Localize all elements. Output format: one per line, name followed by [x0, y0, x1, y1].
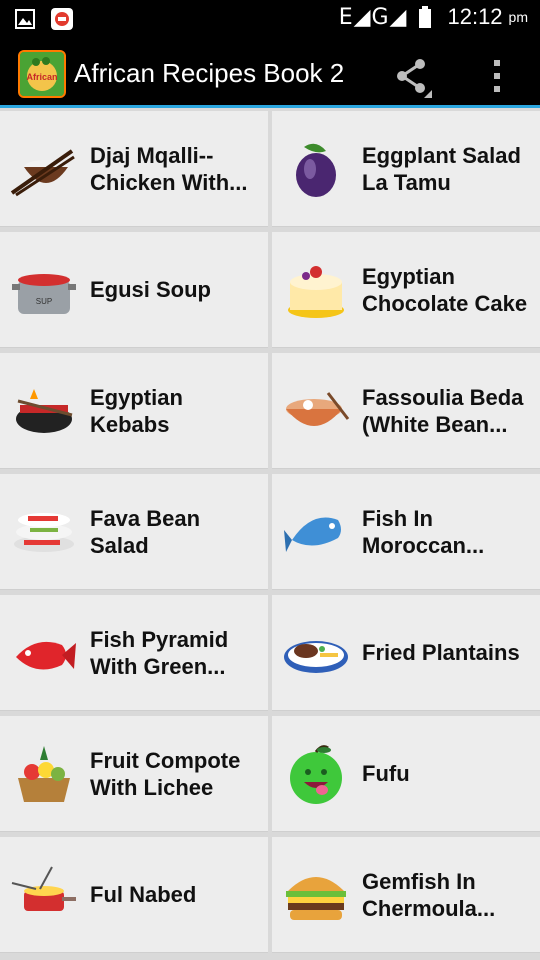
clock-time: 12:12	[447, 4, 503, 29]
more-vert-icon	[494, 60, 500, 92]
recipe-item[interactable]: Egyptian Kebabs	[0, 353, 268, 469]
recipe-title: Egusi Soup	[90, 277, 211, 302]
recipe-title: Fish Pyramid With Green...	[90, 626, 229, 679]
recipe-title: Eggplant Salad La Tamu	[362, 142, 521, 195]
recipe-title: Fish In Moroccan...	[362, 505, 485, 558]
recipe-item[interactable]: Fish In Moroccan...	[272, 474, 540, 590]
grill-kebab-icon	[10, 379, 78, 443]
fondue-pot-icon	[10, 863, 78, 927]
recipe-title: Egyptian Kebabs	[90, 384, 183, 437]
noodle-bowl-icon	[282, 379, 350, 443]
plate-steak-icon	[282, 621, 350, 685]
recipe-title: Djaj Mqalli-- Chicken With...	[90, 142, 248, 195]
green-apple-face-icon	[282, 742, 350, 806]
app-title: African Recipes Book 2	[74, 58, 345, 88]
overflow-menu-button[interactable]	[484, 52, 514, 100]
recipe-item[interactable]: Fruit Compote With Lichee	[0, 716, 268, 832]
app-bar: African African Recipes Book 2	[0, 38, 540, 108]
recipe-title: Fassoulia Beda (White Bean...	[362, 384, 524, 437]
recipe-title: Ful Nabed	[90, 882, 197, 907]
app-logo-icon[interactable]: African	[18, 50, 66, 98]
rice-bowl-chopsticks-icon	[10, 137, 78, 201]
recipe-item[interactable]: Ful Nabed	[0, 837, 268, 953]
clock-ampm: pm	[508, 9, 528, 25]
salad-plates-icon	[10, 500, 78, 564]
red-fish-icon	[10, 621, 78, 685]
recipe-title: Gemfish In Chermoula...	[362, 868, 496, 921]
app-notification-icon	[51, 8, 73, 30]
fruit-basket-icon	[10, 742, 78, 806]
app-logo-text: African	[26, 72, 57, 82]
burger-icon	[282, 863, 350, 927]
recipe-item[interactable]: Fufu	[272, 716, 540, 832]
eggplant-icon	[282, 137, 350, 201]
image-notification-icon	[15, 9, 35, 29]
recipe-item[interactable]: Fish Pyramid With Green...	[0, 595, 268, 711]
recipe-item[interactable]: Fava Bean Salad	[0, 474, 268, 590]
recipe-item[interactable]: Egusi Soup	[0, 232, 268, 348]
recipe-title: Egyptian Chocolate Cake	[362, 263, 528, 316]
blue-fish-icon	[282, 500, 350, 564]
recipe-title: Fried Plantains	[362, 640, 520, 665]
share-button[interactable]	[388, 52, 436, 100]
recipe-item[interactable]: Fried Plantains	[272, 595, 540, 711]
recipe-item[interactable]: Fassoulia Beda (White Bean...	[272, 353, 540, 469]
recipe-item[interactable]: Egyptian Chocolate Cake	[272, 232, 540, 348]
share-icon	[397, 59, 432, 98]
recipe-title: Fufu	[362, 761, 410, 786]
recipe-title: Fava Bean Salad	[90, 505, 201, 558]
recipe-title: Fruit Compote With Lichee	[90, 747, 241, 800]
cake-icon	[282, 258, 350, 322]
network-indicator: E◢G◢	[338, 4, 408, 30]
recipe-item[interactable]: Eggplant Salad La Tamu	[272, 111, 540, 227]
recipe-item[interactable]: Djaj Mqalli-- Chicken With...	[0, 111, 268, 227]
recipe-grid: Djaj Mqalli-- Chicken With... Eggplant Sa…	[0, 111, 540, 960]
recipe-item[interactable]: Gemfish In Chermoula...	[272, 837, 540, 953]
soup-pot-icon	[10, 258, 78, 322]
battery-icon	[419, 6, 432, 28]
status-bar: E◢G◢ 12:12 pm	[0, 0, 540, 38]
